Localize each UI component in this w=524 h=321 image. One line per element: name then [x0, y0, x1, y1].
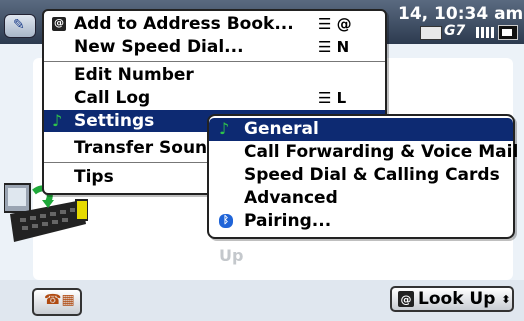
menu-item-new-speed-dial[interactable]: New Speed Dial... ☰ N [44, 36, 385, 58]
submenu-item-general[interactable]: ♪ General [209, 118, 513, 141]
menu-item-label: Tips [74, 167, 114, 187]
background-text: Up [219, 246, 244, 265]
bluetooth-icon: ᛒ [219, 214, 233, 228]
submenu-item-label: General [244, 119, 319, 139]
menu-item-add-to-address-book[interactable]: @ Add to Address Book... ☰ @ [44, 13, 385, 35]
address-book-icon: @ [398, 291, 414, 307]
menu-item-label: Transfer Soun [74, 138, 208, 158]
menu-item-label: Add to Address Book... [74, 14, 294, 34]
music-note-icon: ♪ [219, 119, 230, 138]
app-menu-button[interactable]: ✎ [4, 14, 36, 38]
network-label: G7 [444, 23, 466, 39]
submenu-item-speed-dial[interactable]: Speed Dial & Calling Cards [209, 164, 513, 187]
up-down-arrow-icon: ⬍ [501, 292, 511, 306]
menu-item-label: Call Log [74, 88, 151, 108]
menu-item-label: New Speed Dial... [74, 37, 244, 57]
submenu-item-label: Pairing... [244, 211, 332, 231]
menu-item-shortcut: ☰ L [318, 89, 347, 107]
submenu-item-label: Advanced [244, 188, 338, 208]
address-book-icon: @ [52, 17, 66, 31]
submenu-item-advanced[interactable]: Advanced [209, 187, 513, 210]
settings-submenu: ♪ General Call Forwarding & Voice Mail S… [207, 114, 518, 239]
dialpad-button[interactable]: ☎▦ [32, 288, 82, 316]
signal-bars-icon [476, 27, 494, 38]
dialpad-icon: ☎▦ [44, 292, 75, 308]
submenu-item-pairing[interactable]: ᛒ Pairing... [209, 210, 513, 233]
music-note-icon: ♪ [52, 111, 63, 130]
submenu-item-label: Call Forwarding & Voice Mail [244, 142, 519, 162]
menu-item-shortcut: ☰ N [318, 38, 350, 56]
lookup-label: Look Up [418, 289, 496, 309]
submenu-item-call-forwarding[interactable]: Call Forwarding & Voice Mail [209, 141, 518, 164]
lookup-button[interactable]: @ Look Up ⬍ [390, 286, 514, 312]
clock: 14, 10:34 am [398, 4, 524, 24]
pencil-icon: ✎ [13, 17, 25, 33]
menu-item-label: Settings [74, 111, 155, 131]
menu-item-shortcut: ☰ @ [318, 15, 352, 33]
battery-icon [498, 25, 518, 40]
submenu-item-label: Speed Dial & Calling Cards [244, 165, 500, 185]
status-icons: G7 [420, 23, 520, 40]
menu-item-label: Edit Number [74, 65, 194, 85]
menu-divider [44, 61, 385, 62]
menu-item-call-log[interactable]: Call Log ☰ L [44, 87, 385, 109]
menu-item-edit-number[interactable]: Edit Number [44, 64, 385, 86]
keyboard-icon [420, 26, 442, 40]
